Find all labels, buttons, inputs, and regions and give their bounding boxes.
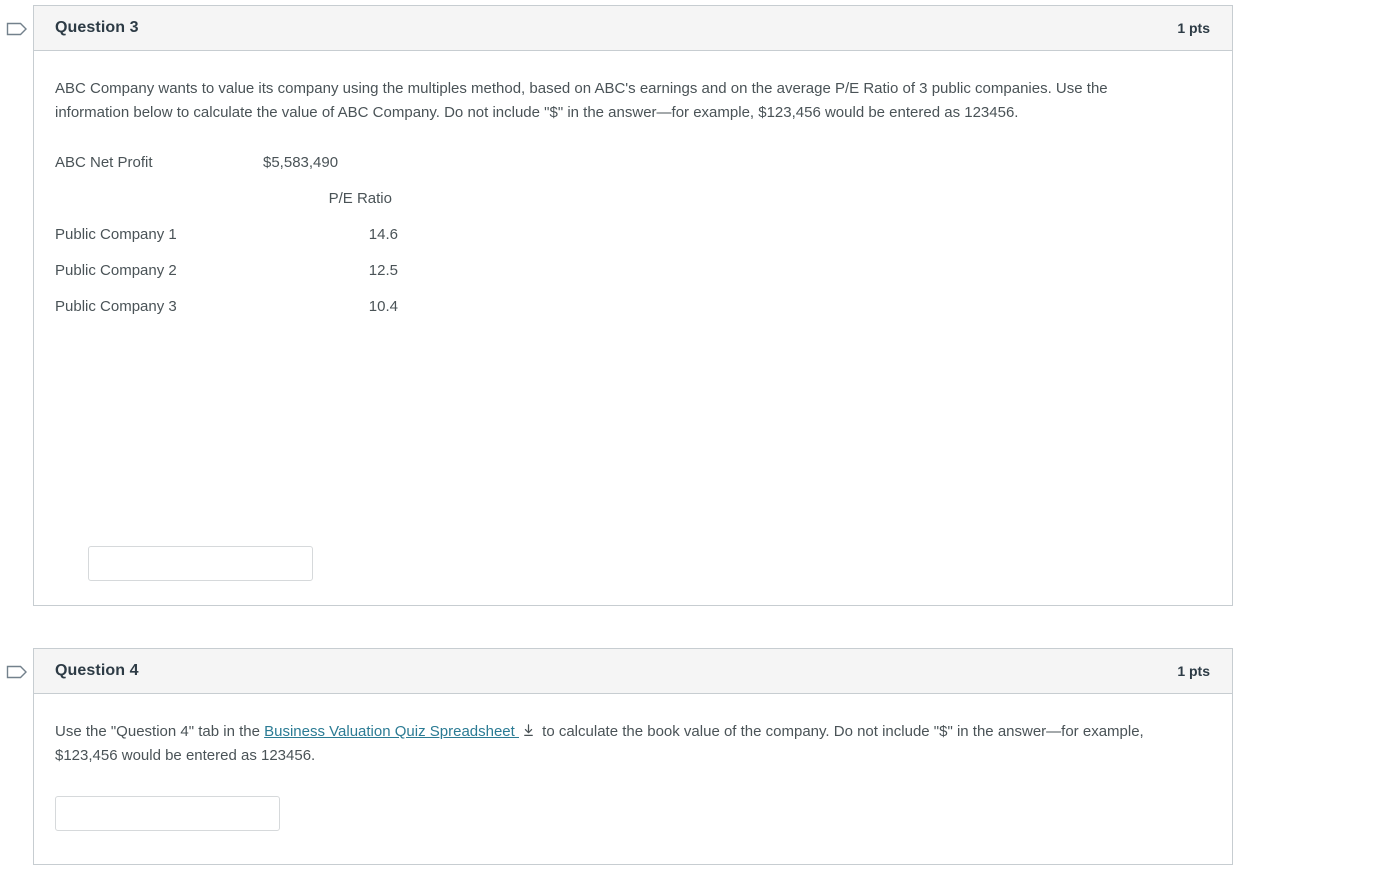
prompt-text-before-link: Use the "Question 4" tab in the <box>55 723 265 740</box>
net-profit-label: ABC Net Profit <box>55 154 153 171</box>
question-points: 1 pts <box>1177 663 1210 679</box>
table-row: Public Company 2 12.5 <box>55 253 398 289</box>
company-3-value: 10.4 <box>368 298 398 315</box>
table-row: ABC Net Profit $5,583,490 <box>55 145 398 181</box>
question-title: Question 3 <box>55 19 139 36</box>
company-1-label: Public Company 1 <box>55 226 177 243</box>
question-block-4: Question 4 1 pts Use the "Question 4" ta… <box>0 648 1233 865</box>
spreadsheet-link[interactable]: Business Valuation Quiz Spreadsheet <box>264 723 519 740</box>
question-title: Question 4 <box>55 662 139 679</box>
spacer-cell <box>55 181 255 217</box>
download-icon[interactable] <box>521 722 536 737</box>
company-3-label: Public Company 3 <box>55 298 177 315</box>
question-header: Question 3 1 pts <box>34 6 1232 51</box>
flag-gutter <box>0 648 33 682</box>
question-card: Question 4 1 pts Use the "Question 4" ta… <box>33 648 1233 865</box>
company-2-value: 12.5 <box>368 262 398 279</box>
valuation-data-table: ABC Net Profit $5,583,490 P/E Ratio Publ… <box>55 145 398 325</box>
answer-input[interactable] <box>55 796 280 831</box>
company-2-label: Public Company 2 <box>55 262 177 279</box>
question-header: Question 4 1 pts <box>34 649 1232 694</box>
pe-ratio-header: P/E Ratio <box>328 190 392 207</box>
flag-outline-icon[interactable] <box>6 662 28 682</box>
question-points: 1 pts <box>1177 20 1210 36</box>
net-profit-value: $5,583,490 <box>263 154 339 171</box>
flag-outline-icon[interactable] <box>6 19 28 39</box>
question-prompt: ABC Company wants to value its company u… <box>55 80 1108 121</box>
flag-gutter <box>0 5 33 39</box>
table-row: Public Company 3 10.4 <box>55 289 398 325</box>
table-row: P/E Ratio <box>55 181 398 217</box>
question-prompt: Use the "Question 4" tab in the Business… <box>55 720 1165 768</box>
question-body: ABC Company wants to value its company u… <box>34 51 1232 581</box>
answer-input[interactable] <box>88 546 313 581</box>
question-card: Question 3 1 pts ABC Company wants to va… <box>33 5 1233 606</box>
table-row: Public Company 1 14.6 <box>55 217 398 253</box>
company-1-value: 14.6 <box>368 226 398 243</box>
question-body: Use the "Question 4" tab in the Business… <box>34 694 1232 831</box>
question-block-3: Question 3 1 pts ABC Company wants to va… <box>0 5 1233 606</box>
